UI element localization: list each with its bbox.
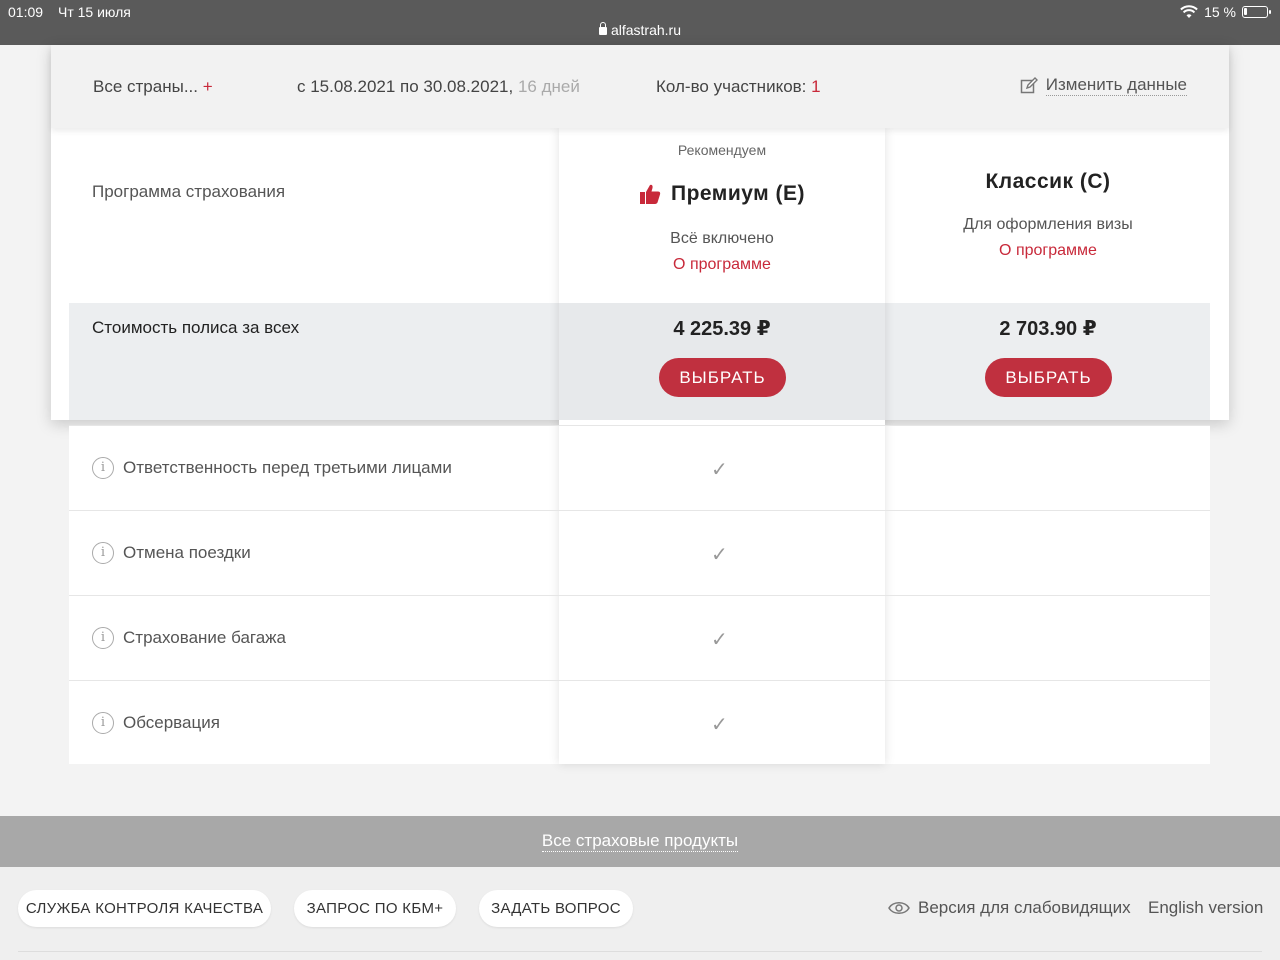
feature-label: Обсервация — [123, 713, 220, 732]
days-count: 16 дней — [517, 77, 580, 96]
info-icon[interactable]: i — [92, 542, 114, 564]
plan-premium-name: Премиум (E) — [670, 182, 806, 205]
kbm-request-button[interactable]: ЗАПРОС ПО КБМ+ — [294, 890, 456, 927]
url-text: alfastrah.ru — [610, 22, 682, 38]
participants-label: Кол-во участников: — [656, 77, 807, 96]
info-icon[interactable]: i — [92, 457, 114, 479]
status-indicators: 15 % — [1180, 4, 1271, 20]
cost-label: Стоимость полиса за всех — [92, 318, 300, 337]
check-icon: ✓ — [711, 714, 728, 736]
ask-question-button[interactable]: ЗАДАТЬ ВОПРОС — [479, 890, 633, 927]
plan-classic-about-link[interactable]: О программе — [885, 242, 1211, 260]
check-icon: ✓ — [711, 544, 728, 566]
plan-classic: Классик (C) Для оформления визы О програ… — [885, 128, 1211, 428]
feature-row: i Обсервация ✓ — [69, 680, 1210, 765]
status-date: Чт 15 июля — [58, 4, 131, 20]
plan-classic-price: 2 703.90 ₽ — [999, 318, 1097, 340]
all-products-link[interactable]: Все страховые продукты — [541, 831, 739, 852]
battery-fill — [1244, 8, 1247, 15]
countries-text: Все страны... — [93, 77, 198, 96]
row-divider — [69, 680, 1210, 681]
program-label: Программа страхования — [92, 182, 286, 201]
check-icon: ✓ — [711, 629, 728, 651]
info-icon[interactable]: i — [92, 712, 114, 734]
accessibility-label: Версия для слабовидящих — [918, 898, 1131, 917]
plan-premium-description: Всё включено — [670, 230, 774, 247]
plan-premium: Рекомендуем Премиум (E) Всё включено О п… — [559, 128, 885, 428]
wifi-icon — [1180, 5, 1198, 18]
footer: СЛУЖБА КОНТРОЛЯ КАЧЕСТВА ЗАПРОС ПО КБМ+ … — [0, 867, 1280, 960]
plan-premium-title: Премиум (E) — [559, 182, 885, 206]
participants-summary: Кол-во участников: 1 — [656, 77, 821, 97]
select-classic-button[interactable]: ВЫБРАТЬ — [985, 358, 1112, 397]
plan-classic-description: Для оформления визы — [963, 216, 1133, 233]
check-icon: ✓ — [711, 459, 728, 481]
plan-classic-title: Классик (C) — [885, 170, 1211, 194]
feature-label: Страхование багажа — [123, 628, 287, 647]
edit-data-label: Изменить данные — [1045, 75, 1187, 96]
info-icon[interactable]: i — [92, 627, 114, 649]
quality-control-button[interactable]: СЛУЖБА КОНТРОЛЯ КАЧЕСТВА — [18, 890, 271, 927]
feature-row: i Ответственность перед третьими лицами … — [69, 425, 1210, 510]
plan-premium-about-link[interactable]: О программе — [559, 256, 885, 274]
status-bar: 01:09 Чт 15 июля 15 % alfastrah.ru — [0, 0, 1280, 45]
select-premium-button[interactable]: ВЫБРАТЬ — [659, 358, 786, 397]
footer-band: Все страховые продукты — [0, 816, 1280, 867]
dates-summary: с 15.08.2021 по 30.08.2021, 16 дней — [297, 77, 580, 97]
thumbs-up-icon — [639, 184, 661, 204]
battery-icon — [1242, 6, 1271, 18]
accessibility-link[interactable]: Версия для слабовидящих — [888, 898, 1131, 918]
lock-icon — [598, 22, 607, 35]
feature-row: i Отмена поездки ✓ — [69, 510, 1210, 595]
footer-divider — [18, 951, 1262, 952]
countries-summary[interactable]: Все страны... + — [93, 77, 213, 97]
recommended-badge: Рекомендуем — [677, 142, 767, 158]
english-version-link[interactable]: English version — [1148, 898, 1263, 918]
feature-label: Отмена поездки — [123, 543, 251, 562]
search-summary: Все страны... + с 15.08.2021 по 30.08.20… — [51, 45, 1229, 128]
plan-premium-price: 4 225.39 ₽ — [673, 318, 771, 340]
url-bar[interactable]: alfastrah.ru — [0, 22, 1280, 38]
feature-row: i Страхование багажа ✓ — [69, 595, 1210, 680]
plan-classic-name: Классик (C) — [985, 170, 1111, 193]
row-divider — [69, 595, 1210, 596]
edit-icon — [1020, 76, 1038, 93]
row-divider — [69, 510, 1210, 511]
recommended-badge-empty — [885, 142, 1211, 162]
row-divider — [69, 425, 1210, 426]
dates-text: с 15.08.2021 по 30.08.2021, — [297, 77, 514, 96]
participants-count: 1 — [811, 77, 821, 96]
countries-plus: + — [202, 77, 213, 96]
battery-percent: 15 % — [1204, 4, 1236, 20]
status-time: 01:09 — [8, 4, 44, 20]
edit-data-link[interactable]: Изменить данные — [1020, 75, 1187, 96]
feature-label: Ответственность перед третьими лицами — [123, 458, 452, 477]
eye-icon — [888, 902, 910, 914]
